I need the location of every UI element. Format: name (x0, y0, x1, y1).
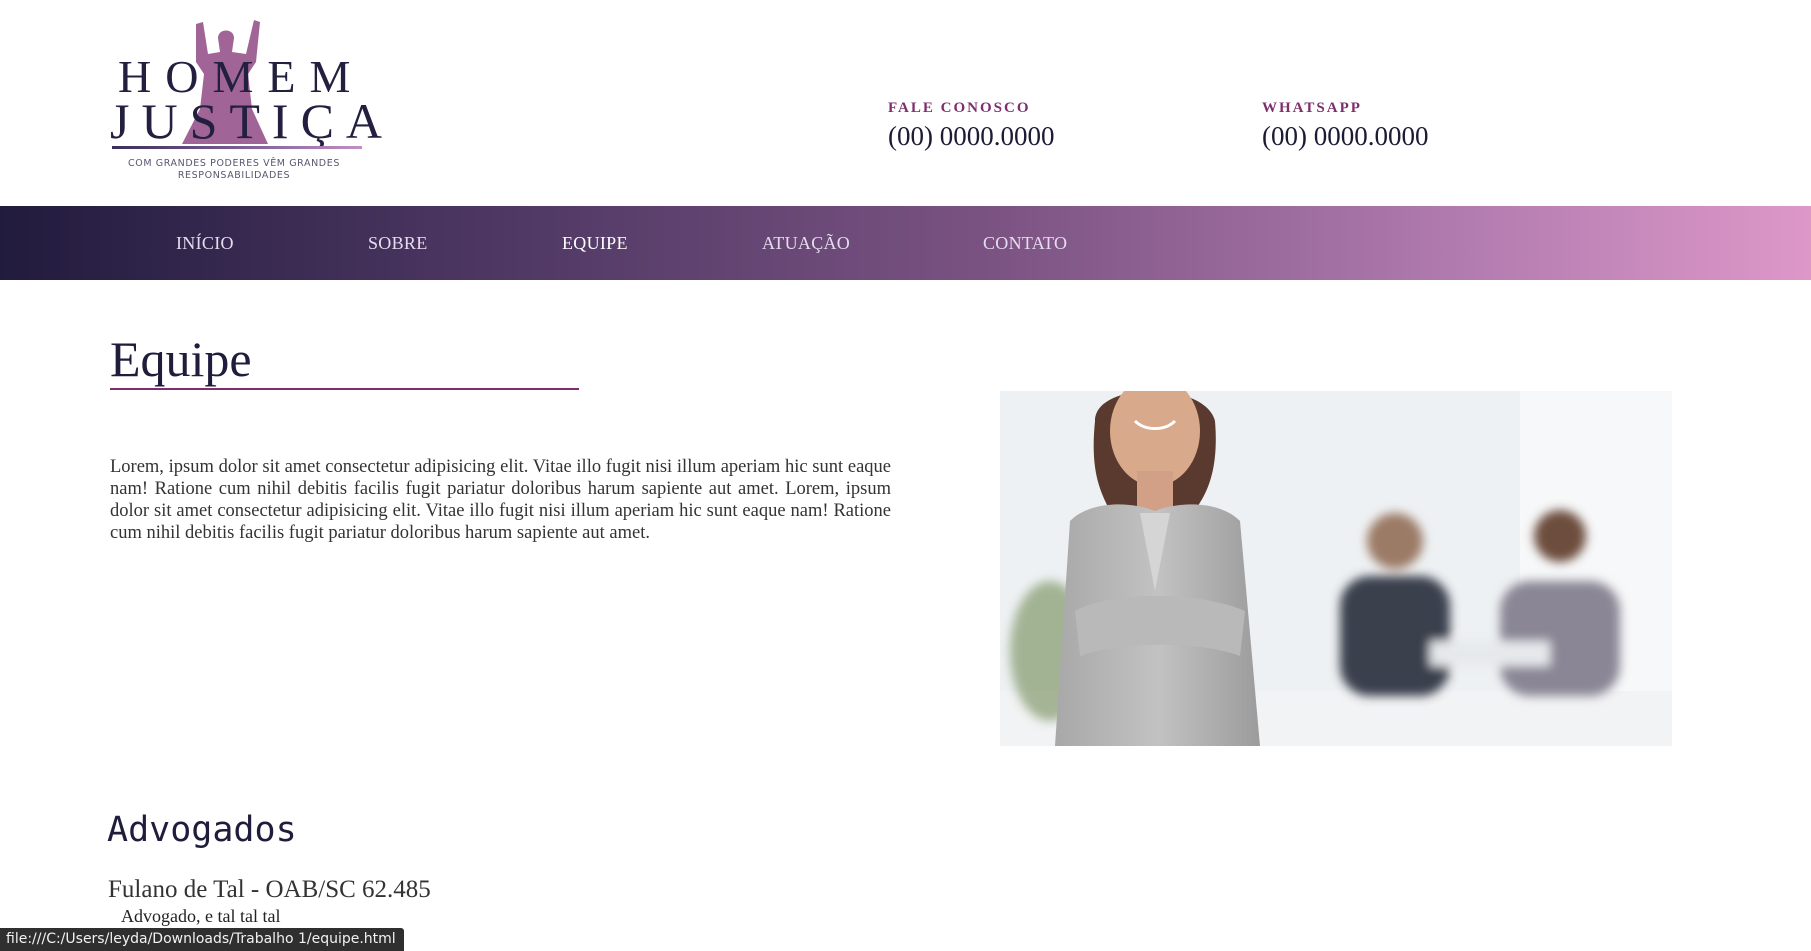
nav-item-atuacao[interactable]: ATUAÇÃO (762, 233, 850, 254)
contact-whatsapp: WHATSAPP (00) 0000.0000 (1262, 100, 1428, 152)
nav-item-contato[interactable]: CONTATO (983, 233, 1067, 254)
intro-paragraph: Lorem, ipsum dolor sit amet consectetur … (110, 457, 891, 543)
businesswoman-photo-icon (1000, 391, 1672, 746)
page-title: Equipe (110, 331, 252, 387)
contact-label: WHATSAPP (1262, 100, 1362, 116)
lawyer-name: Fulano de Tal - OAB/SC 62.485 (108, 876, 431, 903)
nav-item-sobre[interactable]: SOBRE (368, 233, 428, 254)
contact-label: FALE CONOSCO (888, 100, 1031, 116)
logo-underline (112, 146, 362, 149)
lawyer-description: Advogado, e tal tal tal (121, 906, 281, 926)
team-photo (1000, 391, 1672, 746)
contact-fale-conosco: FALE CONOSCO (00) 0000.0000 (888, 100, 1054, 152)
section-heading-advogados: Advogados (107, 810, 297, 850)
contact-phone[interactable]: (00) 0000.0000 (1262, 121, 1428, 152)
logo-tagline: COM GRANDES PODERES VÊM GRANDES RESPONSA… (128, 158, 340, 181)
contact-phone[interactable]: (00) 0000.0000 (888, 121, 1054, 152)
nav-item-equipe[interactable]: EQUIPE (562, 233, 628, 254)
logo-word-justica: JUSTIÇA (110, 93, 395, 149)
browser-status-url: file:///C:/Users/leyda/Downloads/Trabalh… (0, 928, 404, 951)
main-nav: INÍCIO SOBRE EQUIPE ATUAÇÃO CONTATO (0, 206, 1811, 280)
site-logo[interactable]: HOMEM JUSTIÇA COM GRANDES PODERES VÊM GR… (108, 14, 395, 186)
title-underline (110, 388, 579, 390)
nav-item-inicio[interactable]: INÍCIO (176, 233, 234, 254)
